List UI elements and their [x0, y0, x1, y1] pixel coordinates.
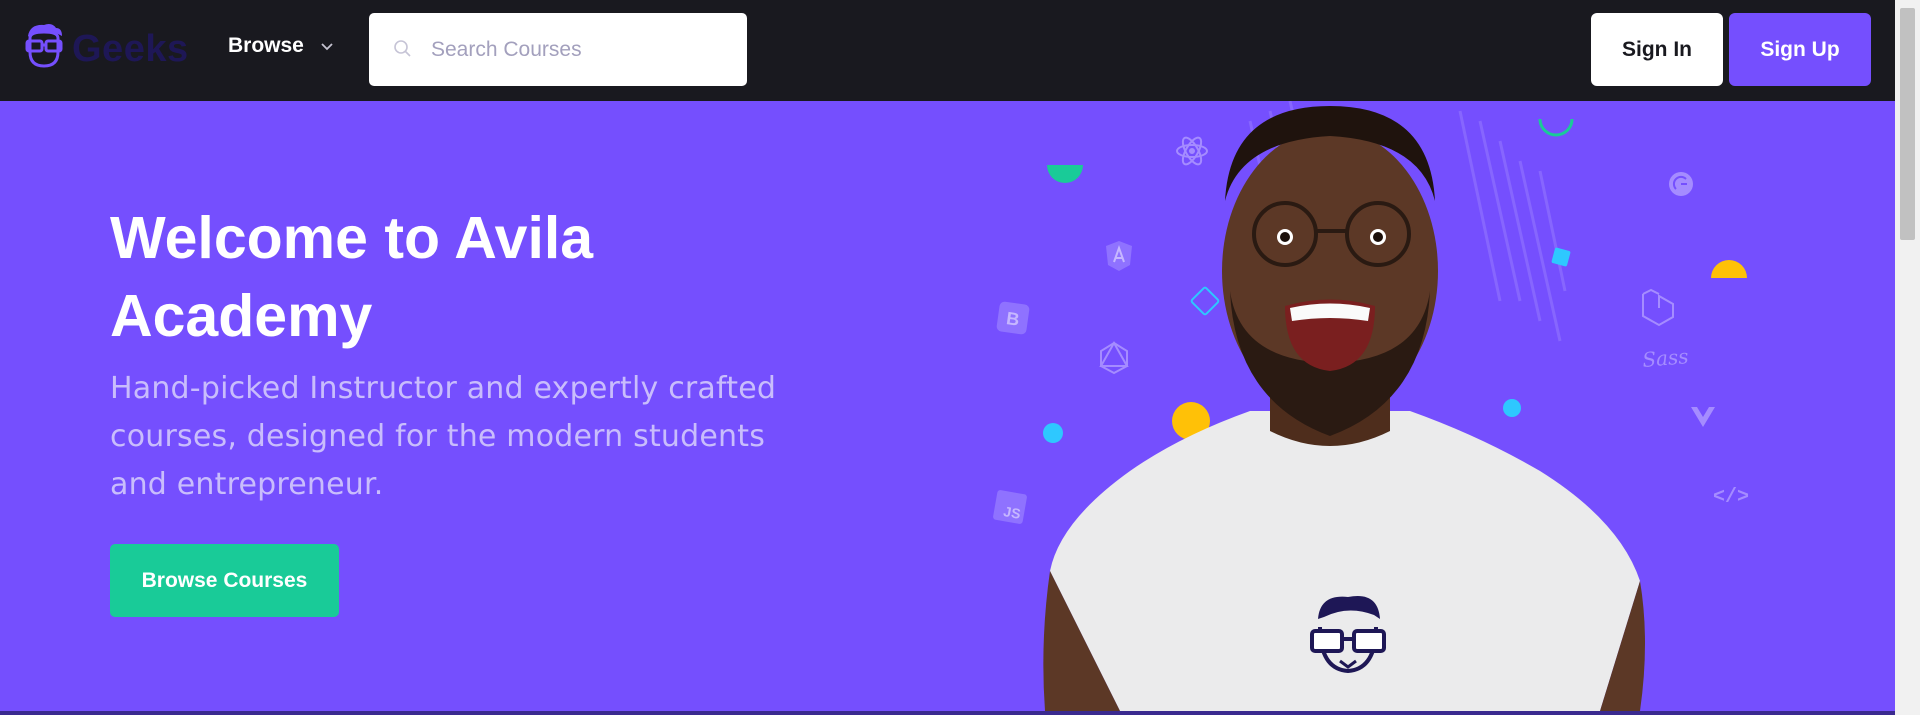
hero-subtitle: Hand-picked Instructor and expertly craf… — [110, 371, 777, 502]
bootstrap-icon: B — [996, 301, 1030, 335]
code-icon: </> — [1713, 486, 1749, 509]
hero-section: Welcome to Avila Academy Hand-picked Ins… — [0, 101, 1895, 711]
javascript-icon: JS — [993, 490, 1027, 524]
bottom-border — [0, 711, 1895, 715]
yellow-semicircle-shape — [1711, 260, 1747, 278]
logo-text: Geeks — [72, 28, 189, 70]
browse-menu[interactable]: Browse — [228, 34, 334, 58]
browse-label: Browse — [228, 34, 304, 57]
search-bar — [369, 13, 747, 86]
hero-title: Welcome to Avila Academy — [110, 205, 594, 349]
sass-icon: Sass — [1641, 344, 1689, 372]
gatsby-icon — [1669, 172, 1693, 196]
react-icon — [1176, 136, 1208, 166]
chevron-down-icon — [320, 34, 334, 58]
vue-icon — [1691, 407, 1715, 427]
svg-text:B: B — [1005, 308, 1021, 330]
smiling-man-image — [1043, 106, 1645, 711]
scrollbar-thumb[interactable] — [1900, 8, 1915, 240]
graphql-icon — [1099, 340, 1129, 375]
geeks-logo-icon — [25, 24, 63, 68]
search-icon — [393, 39, 413, 64]
blue-dot-shape — [1043, 423, 1063, 443]
page-scrollbar[interactable] — [1895, 0, 1920, 715]
top-navbar: Geeks Browse Sign In Sign Up — [0, 0, 1895, 101]
laravel-icon — [1642, 288, 1674, 327]
browse-courses-button[interactable]: Browse Courses — [110, 544, 339, 617]
svg-text:JS: JS — [1002, 503, 1022, 522]
angular-icon — [1106, 241, 1132, 271]
sign-up-button[interactable]: Sign Up — [1729, 13, 1871, 86]
blue-square-shape — [1551, 247, 1571, 267]
green-arc-shape — [1538, 118, 1574, 137]
blue-diamond-shape — [1190, 286, 1220, 316]
sign-in-button[interactable]: Sign In — [1591, 13, 1723, 86]
hero-illustration: B JS Sass </> — [993, 101, 1749, 711]
search-input[interactable] — [429, 31, 733, 69]
blue-dot-small-shape — [1503, 399, 1521, 417]
green-semicircle-shape — [1047, 165, 1083, 183]
logo[interactable]: Geeks — [22, 22, 192, 74]
